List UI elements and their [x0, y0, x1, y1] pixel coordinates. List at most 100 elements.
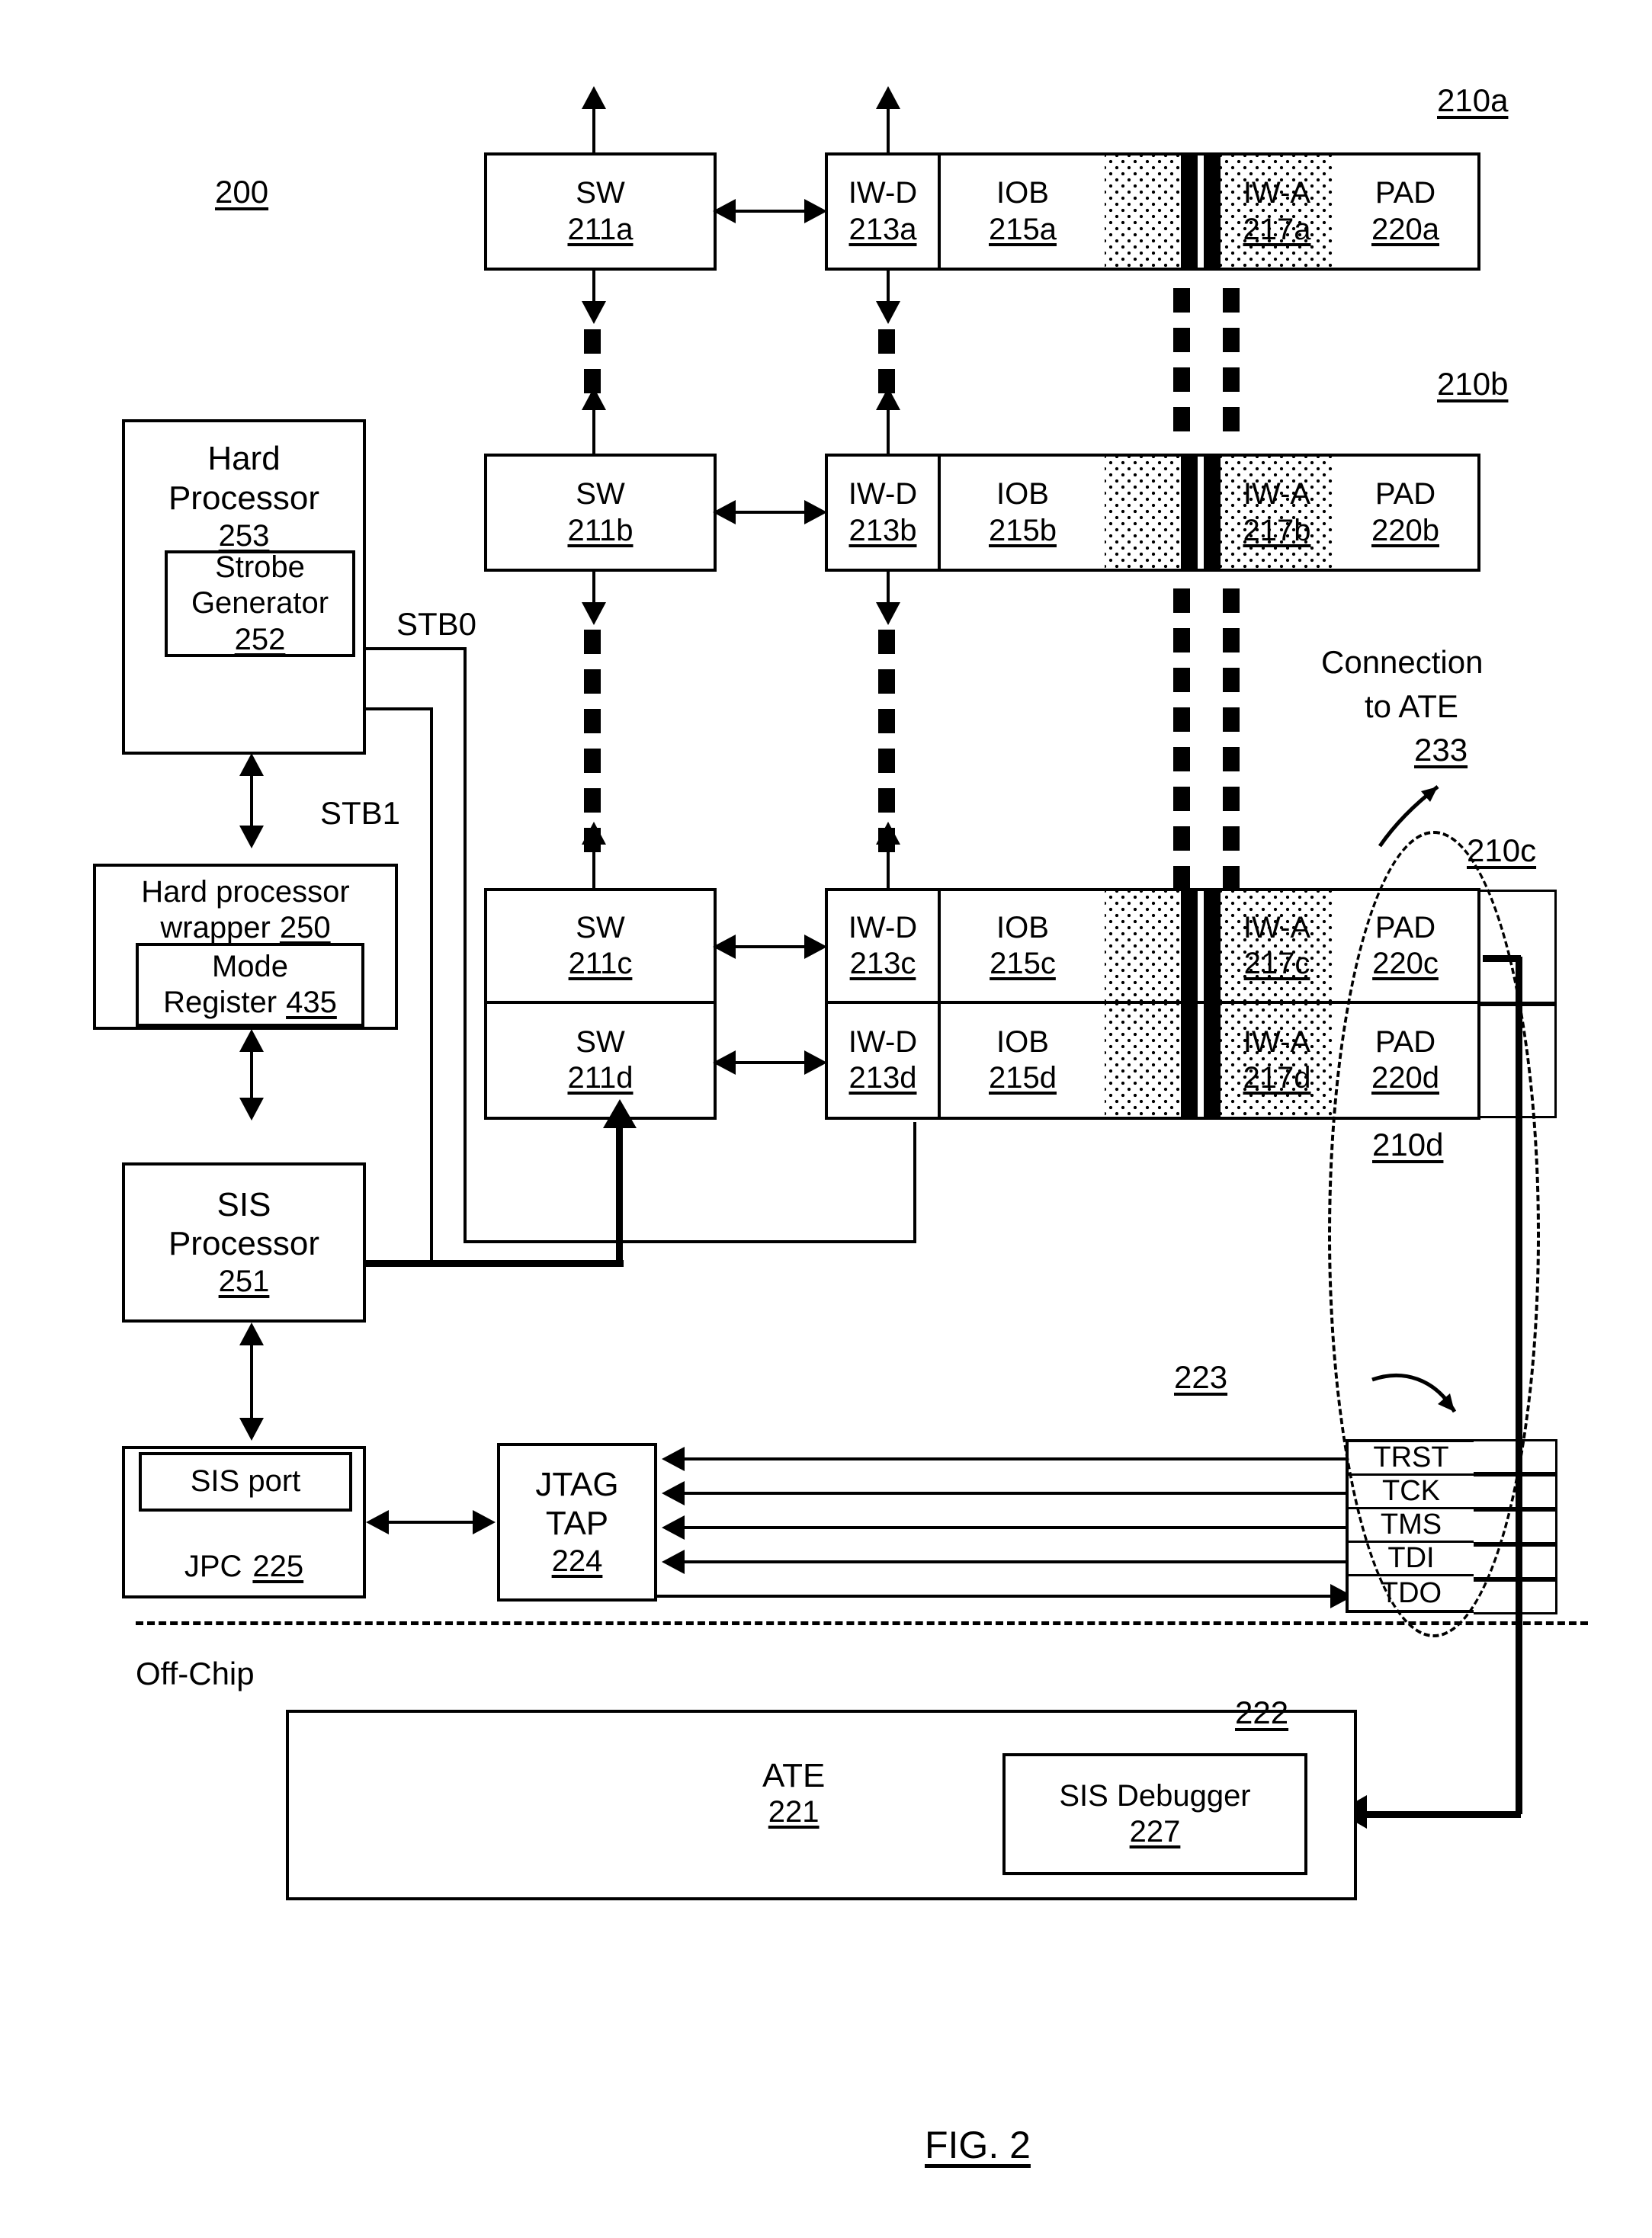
hard-processor-line1: Hard	[207, 440, 281, 477]
block-sw-211b[interactable]: SW 211b	[484, 454, 717, 572]
link-jpc-jtag-arrow-left	[366, 1510, 389, 1534]
sw-211b-down-arrowhead	[582, 602, 606, 625]
black-bar-a-2	[1204, 156, 1221, 268]
block-iwd-213b[interactable]: IW-D 213b	[828, 457, 941, 569]
block-iwa-217a[interactable]: IW-A 217a	[1221, 156, 1333, 268]
connection-to-ate-balloon	[1328, 831, 1540, 1637]
link-sw-iwd-b-arrow-right	[804, 500, 827, 524]
link-hp-wrapper-arrow-down	[239, 826, 264, 848]
block-sis-processor-251[interactable]: SIS Processor 251	[122, 1162, 366, 1323]
block-iwa-217b-label: IW-A	[1243, 477, 1311, 511]
sw-211c-up-arrowhead	[582, 822, 606, 845]
block-sw-211d[interactable]: SW 211d	[484, 1004, 717, 1120]
block-hard-processor-wrapper-250[interactable]: Hard processor wrapper 250 Mode Register…	[93, 864, 398, 1030]
system-ref-200: 200	[215, 174, 269, 210]
block-hard-processor-253[interactable]: Hard Processor 253 Strobe Generator 252	[122, 419, 366, 755]
block-sw-211a[interactable]: SW 211a	[484, 152, 717, 271]
block-sis-port[interactable]: SIS port	[139, 1452, 352, 1512]
block-sw-211c-label: SW	[576, 910, 625, 944]
block-iwa-217d[interactable]: IW-A 217d	[1221, 1004, 1333, 1117]
signal-label-stb1: STB1	[320, 795, 401, 831]
sw-211a-up-line	[592, 103, 595, 156]
block-iob-215c-label: IOB	[996, 910, 1049, 944]
block-jpc-225[interactable]: SIS port JPC 225	[122, 1446, 366, 1598]
link-sw-iwd-c-line	[728, 945, 812, 948]
block-iwd-213b-label: IW-D	[848, 477, 918, 511]
block-iwd-213b-num: 213b	[848, 513, 917, 547]
block-iwd-213a[interactable]: IW-D 213a	[828, 156, 941, 268]
block-iwa-217c[interactable]: IW-A 217c	[1221, 891, 1333, 1001]
sis-bus-to-sw211d	[364, 1260, 624, 1267]
block-iwa-217b[interactable]: IW-A 217b	[1221, 457, 1333, 569]
block-pad-220a[interactable]: PAD 220a	[1333, 156, 1477, 268]
block-pad-220b[interactable]: PAD 220b	[1333, 457, 1477, 569]
connection-to-ate-leader-arrow	[1378, 785, 1439, 848]
block-sw-211d-label: SW	[576, 1024, 625, 1059]
black-bar-a-1	[1181, 156, 1198, 268]
block-iob-215b[interactable]: IOB 215b	[941, 457, 1105, 569]
iwd-213b-up-arrowhead	[876, 387, 900, 410]
block-iob-215d-num: 215d	[989, 1061, 1057, 1095]
block-iwd-213c[interactable]: IW-D 213c	[828, 891, 941, 1001]
sis-debugger-label: SIS Debugger	[1059, 1778, 1251, 1813]
black-bar-b-1	[1181, 457, 1198, 569]
sis-port-label: SIS port	[190, 1464, 301, 1499]
debugger-group-ref-222: 222	[1235, 1695, 1289, 1730]
link-sis-jpc-line	[250, 1338, 253, 1425]
stb1-seg-h1	[364, 707, 433, 710]
ellipsis-shade-a-b-left	[1173, 288, 1190, 447]
jtag-sig-arrow-tck	[662, 1481, 685, 1505]
block-iob-215b-label: IOB	[996, 477, 1049, 511]
block-iwa-217a-num: 217a	[1243, 212, 1311, 246]
block-iob-215d[interactable]: IOB 215d	[941, 1004, 1105, 1117]
block-sw-211a-num: 211a	[567, 212, 634, 246]
block-iwd-213d[interactable]: IW-D 213d	[828, 1004, 941, 1117]
sw-211a-up-arrowhead	[582, 86, 606, 109]
sw-211a-down-arrowhead	[582, 301, 606, 324]
block-jtag-tap-224[interactable]: JTAG TAP 224	[497, 1443, 657, 1602]
ate-bus-vertical	[1516, 957, 1522, 1814]
hpw-num: 250	[279, 911, 331, 945]
sw-211b-up-line	[592, 404, 595, 457]
block-sw-211c-num: 211c	[568, 947, 633, 980]
jtag-sig-line-tdo	[657, 1595, 1347, 1598]
block-sis-debugger-227[interactable]: SIS Debugger 227	[1002, 1753, 1307, 1875]
ate-bus-horizontal	[1365, 1811, 1521, 1818]
block-iob-215c[interactable]: IOB 215c	[941, 891, 1105, 1001]
block-pad-220a-label: PAD	[1375, 176, 1436, 210]
block-iwa-217a-label: IW-A	[1243, 176, 1311, 210]
block-iob-215a[interactable]: IOB 215a	[941, 156, 1105, 268]
stb1-seg-v1	[430, 707, 433, 1264]
block-iwa-217c-label: IW-A	[1243, 910, 1311, 944]
block-mode-register-435[interactable]: Mode Register 435	[136, 943, 364, 1027]
link-sw-iwd-a-arrow-left	[713, 199, 736, 223]
block-sw-211c[interactable]: SW 211c	[484, 888, 717, 1004]
ate-label-text: ATE	[762, 1757, 826, 1794]
link-sw-iwd-a-line	[728, 210, 812, 213]
sw-211c-up-line	[592, 838, 595, 892]
shaded-region-b-left	[1105, 457, 1181, 569]
black-bar-d-1	[1181, 1004, 1198, 1117]
mode-register-line1: Mode	[211, 949, 289, 983]
block-iwa-217d-num: 217d	[1243, 1061, 1311, 1095]
stb0-seg-v2	[913, 1122, 916, 1242]
block-iob-215a-num: 215a	[989, 212, 1057, 246]
sw-211b-up-arrowhead	[582, 387, 606, 410]
black-bar-c-1	[1181, 891, 1198, 1001]
block-iwd-213d-label: IW-D	[848, 1024, 918, 1059]
ate-num-text: 221	[768, 1795, 820, 1829]
iwd-213c-up-line	[887, 838, 890, 892]
jpc-num: 225	[252, 1549, 304, 1583]
stb1-seg-v2	[616, 1128, 623, 1265]
io-strip-210a: IW-D 213a IOB 215a IW-A 217a PAD 220a	[825, 152, 1480, 271]
block-iwa-217d-label: IW-A	[1243, 1024, 1311, 1059]
connection-to-ate-line1: Connection	[1321, 644, 1484, 680]
mode-register-num: 435	[286, 986, 337, 1019]
link-sw-iwd-c-arrow-left	[713, 935, 736, 959]
block-sw-211d-num: 211d	[567, 1061, 634, 1095]
block-iwa-217b-num: 217b	[1243, 513, 1311, 547]
strobe-generator-line1: Strobe	[215, 550, 305, 585]
block-strobe-generator-252[interactable]: Strobe Generator 252	[165, 550, 355, 657]
sis-processor-num: 251	[218, 1265, 270, 1299]
block-iwd-213c-num: 213c	[849, 947, 916, 980]
